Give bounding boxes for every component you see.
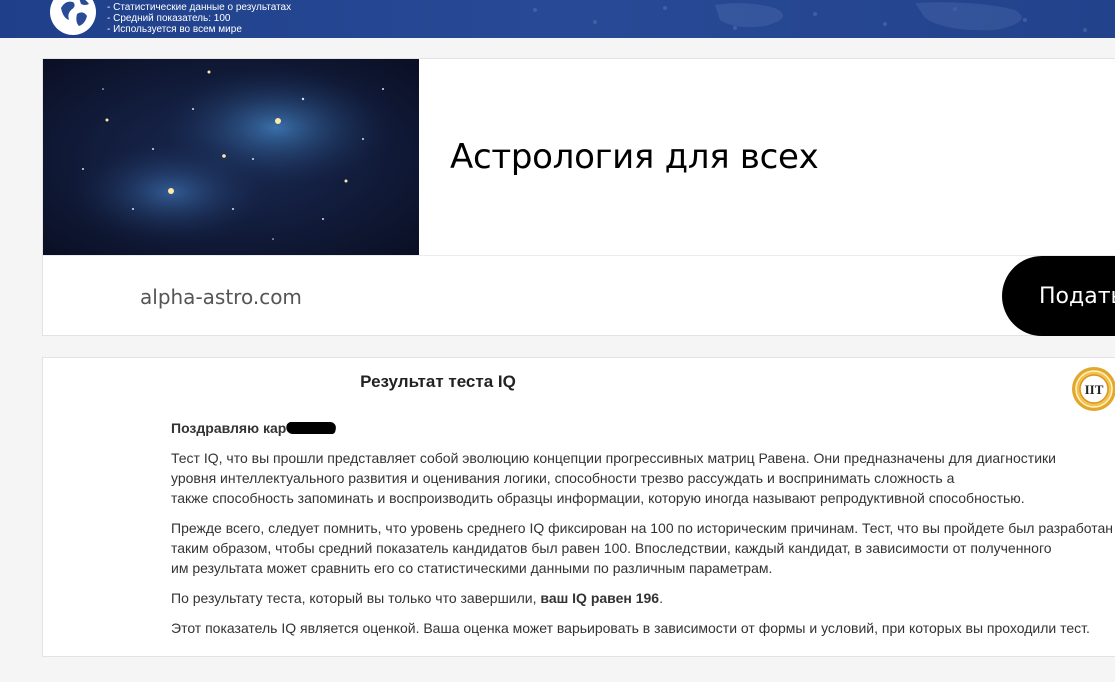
ad-domain[interactable]: alpha-astro.com — [140, 285, 302, 309]
paragraph-average: Прежде всего, следует помнить, что урове… — [171, 518, 1115, 578]
header-info-lines: - Статистические данные о результатах - … — [107, 2, 291, 35]
paragraph-estimate: Этот показатель IQ является оценкой. Ваш… — [171, 620, 1090, 636]
iq-result-card: Результат теста IQ IIT Поздравляю кар Те… — [42, 357, 1115, 657]
world-map-background — [533, 2, 1087, 32]
greeting: Поздравляю кар — [171, 418, 338, 438]
paragraph-intro: Тест IQ, что вы прошли представляет собо… — [171, 448, 1115, 508]
ad-title[interactable]: Астрология для всех — [450, 137, 819, 177]
intro-line-2: уровня интеллектуального развития и оцен… — [171, 470, 955, 486]
paragraph-score: По результату теста, который вы только ч… — [171, 588, 1115, 608]
advertisement-card[interactable]: Астрология для всех alpha-astro.com Пода… — [42, 58, 1115, 336]
intro-line-3: также способность запоминать и воспроизв… — [171, 490, 1025, 506]
ad-submit-button[interactable]: Подать — [1002, 256, 1115, 336]
ad-divider — [43, 255, 1115, 256]
average-line-1: Прежде всего, следует помнить, что урове… — [171, 520, 1114, 536]
score-prefix: По результату теста, который вы только ч… — [171, 590, 541, 606]
iit-seal-icon: IIT — [1072, 367, 1115, 411]
greeting-text: Поздравляю кар — [171, 420, 287, 436]
header-line-worldwide: - Используется во всем мире — [107, 24, 242, 35]
score-suffix: . — [659, 590, 663, 606]
globe-icon — [50, 0, 96, 35]
result-body: Поздравляю кар Тест IQ, что вы прошли пр… — [171, 418, 1115, 648]
top-banner: - Статистические данные о результатах - … — [0, 0, 1115, 38]
average-line-2: таким образом, чтобы средний показатель … — [171, 540, 1052, 556]
average-line-3: им результата может сравнить его со стат… — [171, 560, 773, 576]
iq-score: ваш IQ равен 196 — [540, 590, 660, 606]
header-line-average: - Средний показатель: 100 — [107, 13, 231, 24]
header-line-stats: - Статистические данные о результатах — [107, 2, 292, 13]
badge-text: IIT — [1085, 382, 1104, 397]
ad-space-image[interactable] — [43, 59, 419, 255]
redacted-name — [285, 422, 338, 434]
result-title: Результат теста IQ — [360, 372, 516, 391]
intro-line-1: Тест IQ, что вы прошли представляет собо… — [171, 450, 1056, 466]
